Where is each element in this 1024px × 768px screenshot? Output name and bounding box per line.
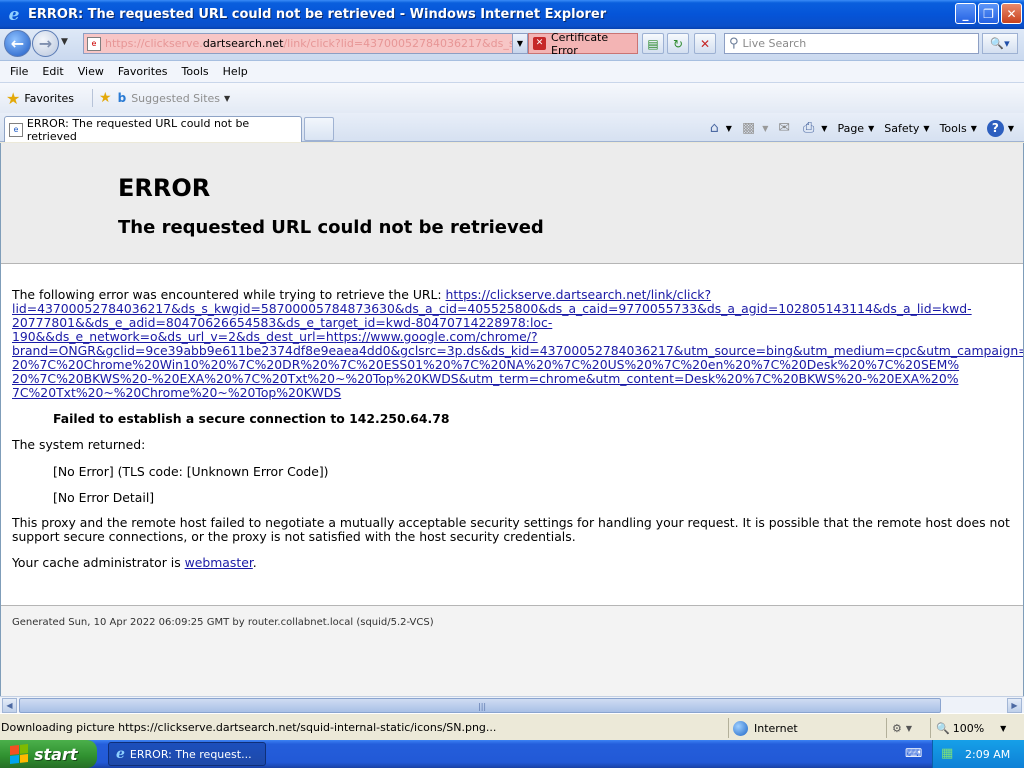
address-dropdown-icon[interactable]: ▼ xyxy=(512,34,527,53)
search-input[interactable]: ⚲ Live Search xyxy=(724,33,979,54)
webmaster-link[interactable]: webmaster xyxy=(185,555,253,570)
search-placeholder: Live Search xyxy=(742,37,807,50)
forward-button[interactable]: → xyxy=(32,30,59,57)
menu-file[interactable]: File xyxy=(3,65,35,78)
zoom-control[interactable]: 🔍 100% ▼ xyxy=(930,718,1020,738)
home-icon: ⌂ xyxy=(709,120,719,136)
recent-pages-dropdown-icon[interactable]: ▼ xyxy=(61,37,68,47)
taskbar: start e ERROR: The request... ⌨ ▦ 2:09 A… xyxy=(0,740,1024,768)
generated-footer: Generated Sun, 10 Apr 2022 06:09:25 GMT … xyxy=(12,617,434,628)
gear-icon: ⚙ xyxy=(892,721,902,735)
minimize-button[interactable]: _ xyxy=(955,3,976,24)
search-button[interactable]: 🔍▾ xyxy=(982,33,1018,54)
window-title: ERROR: The requested URL could not be re… xyxy=(28,7,607,22)
suggested-sites-link[interactable]: Suggested Sites xyxy=(131,92,220,105)
search-icon: 🔍▾ xyxy=(990,37,1010,50)
system-tray: ▦ 2:09 AM xyxy=(932,740,1024,768)
read-mail-button[interactable]: ✉ xyxy=(778,120,793,136)
ie-logo-icon: e xyxy=(116,746,125,762)
divider xyxy=(92,89,94,107)
favorites-button[interactable]: Favorites xyxy=(24,92,74,105)
scroll-left-button[interactable]: ◀ xyxy=(2,698,17,713)
windows-logo-icon xyxy=(10,744,28,764)
zoom-icon: 🔍 xyxy=(936,721,950,735)
menu-help[interactable]: Help xyxy=(216,65,255,78)
page-content: ERROR The requested URL could not be ret… xyxy=(0,143,1024,696)
page-menu[interactable]: Page ▼ xyxy=(837,122,874,135)
new-tab-button[interactable] xyxy=(304,117,334,141)
address-bar[interactable]: e https://clickserve.dartsearch.net/link… xyxy=(83,33,528,54)
ie-logo-icon: e xyxy=(8,4,20,25)
chevron-down-icon[interactable]: ▼ xyxy=(224,94,230,103)
compatibility-view-button[interactable]: ▤ xyxy=(642,33,664,54)
start-button[interactable]: start xyxy=(0,740,97,768)
page-icon: e xyxy=(87,36,101,51)
add-to-favorites-icon[interactable]: ★ xyxy=(99,90,112,106)
error-detail: [No Error Detail] xyxy=(53,490,155,505)
back-button[interactable]: ← xyxy=(4,30,31,57)
error-intro: The following error was encountered whil… xyxy=(12,287,1023,400)
tab-row: e ERROR: The requested URL could not be … xyxy=(0,113,1024,143)
print-button[interactable]: ⎙ ▼ xyxy=(803,120,827,136)
certificate-error-label: Certificate Error xyxy=(551,30,609,57)
menu-tools[interactable]: Tools xyxy=(175,65,216,78)
tab-active[interactable]: e ERROR: The requested URL could not be … xyxy=(4,116,302,143)
error-code: [No Error] (TLS code: [Unknown Error Cod… xyxy=(53,464,329,479)
horizontal-scrollbar[interactable]: ◀ ||| ▶ xyxy=(0,696,1024,713)
scroll-thumb[interactable]: ||| xyxy=(19,698,941,713)
window-controls: _ ❐ ✕ xyxy=(955,3,1022,24)
favorites-bar: ★ Favorites ★ b Suggested Sites ▼ xyxy=(0,83,1024,113)
network-icon[interactable]: ▦ xyxy=(941,747,955,761)
divider xyxy=(1,605,1023,606)
tools-menu[interactable]: Tools ▼ xyxy=(940,122,977,135)
address-url[interactable]: https://clickserve.dartsearch.net/link/c… xyxy=(105,37,527,50)
favorites-star-icon[interactable]: ★ xyxy=(6,89,20,108)
address-toolbar: ← → ▼ e https://clickserve.dartsearch.ne… xyxy=(0,29,1024,61)
status-text: Downloading picture https://clickserve.d… xyxy=(1,721,497,734)
menu-view[interactable]: View xyxy=(71,65,111,78)
menu-bar: File Edit View Favorites Tools Help xyxy=(0,61,1024,83)
page-icon: e xyxy=(9,122,23,137)
bing-icon: b xyxy=(117,91,127,105)
printer-icon: ⎙ xyxy=(803,120,815,136)
home-button[interactable]: ⌂ ▼ xyxy=(710,120,732,136)
mail-icon: ✉ xyxy=(778,120,791,136)
feeds-button[interactable]: ▩ ▼ xyxy=(742,120,768,136)
feed-icon: ▩ xyxy=(741,120,756,136)
help-icon: ? xyxy=(986,119,1004,137)
live-search-icon: ⚲ xyxy=(729,36,739,51)
system-returned-label: The system returned: xyxy=(12,437,146,452)
taskbar-item-ie[interactable]: e ERROR: The request... xyxy=(108,742,266,766)
stop-button[interactable]: ✕ xyxy=(694,33,716,54)
menu-edit[interactable]: Edit xyxy=(35,65,70,78)
security-zone[interactable]: Internet xyxy=(728,718,888,738)
command-bar: ⌂ ▼ ▩ ▼ ✉ ⎙ ▼ Page ▼ Safety ▼ Tools ▼ ? ▼ xyxy=(710,117,1024,139)
window-titlebar: e ERROR: The requested URL could not be … xyxy=(0,0,1024,29)
keyboard-icon[interactable]: ⌨ xyxy=(905,746,922,760)
error-explanation: This proxy and the remote host failed to… xyxy=(12,515,1010,544)
shield-x-icon: ✕ xyxy=(533,37,546,50)
menu-favorites[interactable]: Favorites xyxy=(111,65,175,78)
error-heading: ERROR xyxy=(118,174,211,202)
maximize-button[interactable]: ❐ xyxy=(978,3,999,24)
help-menu[interactable]: ? ▼ xyxy=(986,119,1014,137)
clock: 2:09 AM xyxy=(965,747,1011,761)
safety-menu[interactable]: Safety ▼ xyxy=(884,122,929,135)
close-button[interactable]: ✕ xyxy=(1001,3,1022,24)
failure-message: Failed to establish a secure connection … xyxy=(53,411,450,426)
tab-title: ERROR: The requested URL could not be re… xyxy=(26,116,250,143)
refresh-button[interactable]: ↻ xyxy=(667,33,689,54)
protected-mode-button[interactable]: ⚙ ▼ xyxy=(886,718,926,738)
error-header: ERROR The requested URL could not be ret… xyxy=(1,143,1023,264)
intro-text: The following error was encountered whil… xyxy=(12,287,446,302)
admin-line: Your cache administrator is webmaster. xyxy=(12,555,257,570)
scroll-right-button[interactable]: ▶ xyxy=(1007,698,1022,713)
error-subheading: The requested URL could not be retrieved xyxy=(118,217,544,238)
certificate-error-button[interactable]: ✕ Certificate Error xyxy=(528,30,638,57)
globe-icon xyxy=(733,720,748,736)
requested-url-link[interactable]: https://clickserve.dartsearch.net/link/c… xyxy=(12,287,1023,400)
status-bar: Downloading picture https://clickserve.d… xyxy=(0,713,1024,740)
